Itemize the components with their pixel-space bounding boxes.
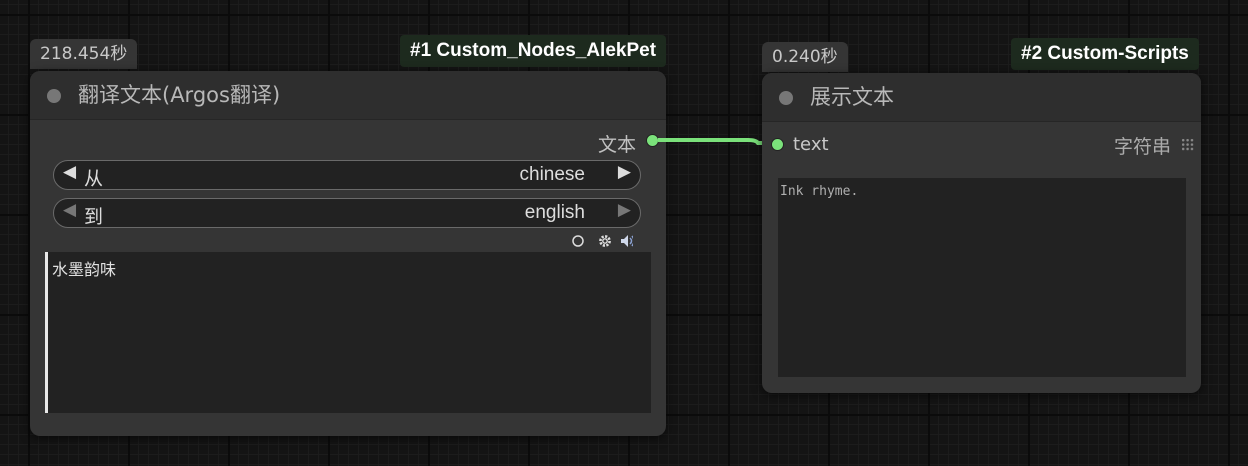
grid-icon[interactable] <box>1181 138 1194 151</box>
node2-pack-badge: #2 Custom-Scripts <box>1011 38 1199 70</box>
node2-title-bar[interactable]: 展示文本 <box>762 73 1201 122</box>
input-label: text <box>793 134 829 155</box>
node2-title: 展示文本 <box>810 85 894 109</box>
display-text-area[interactable]: Ink rhyme. <box>778 178 1186 377</box>
input-slot[interactable] <box>771 138 784 151</box>
node2-time-badge: 0.240秒 <box>762 42 848 72</box>
collapse-dot-icon[interactable] <box>779 91 793 105</box>
show-text-node[interactable]: 展示文本 text 字符串 Ink rhyme. <box>762 73 1201 393</box>
input-type-label: 字符串 <box>1113 136 1171 158</box>
display-text: Ink rhyme. <box>780 184 859 199</box>
